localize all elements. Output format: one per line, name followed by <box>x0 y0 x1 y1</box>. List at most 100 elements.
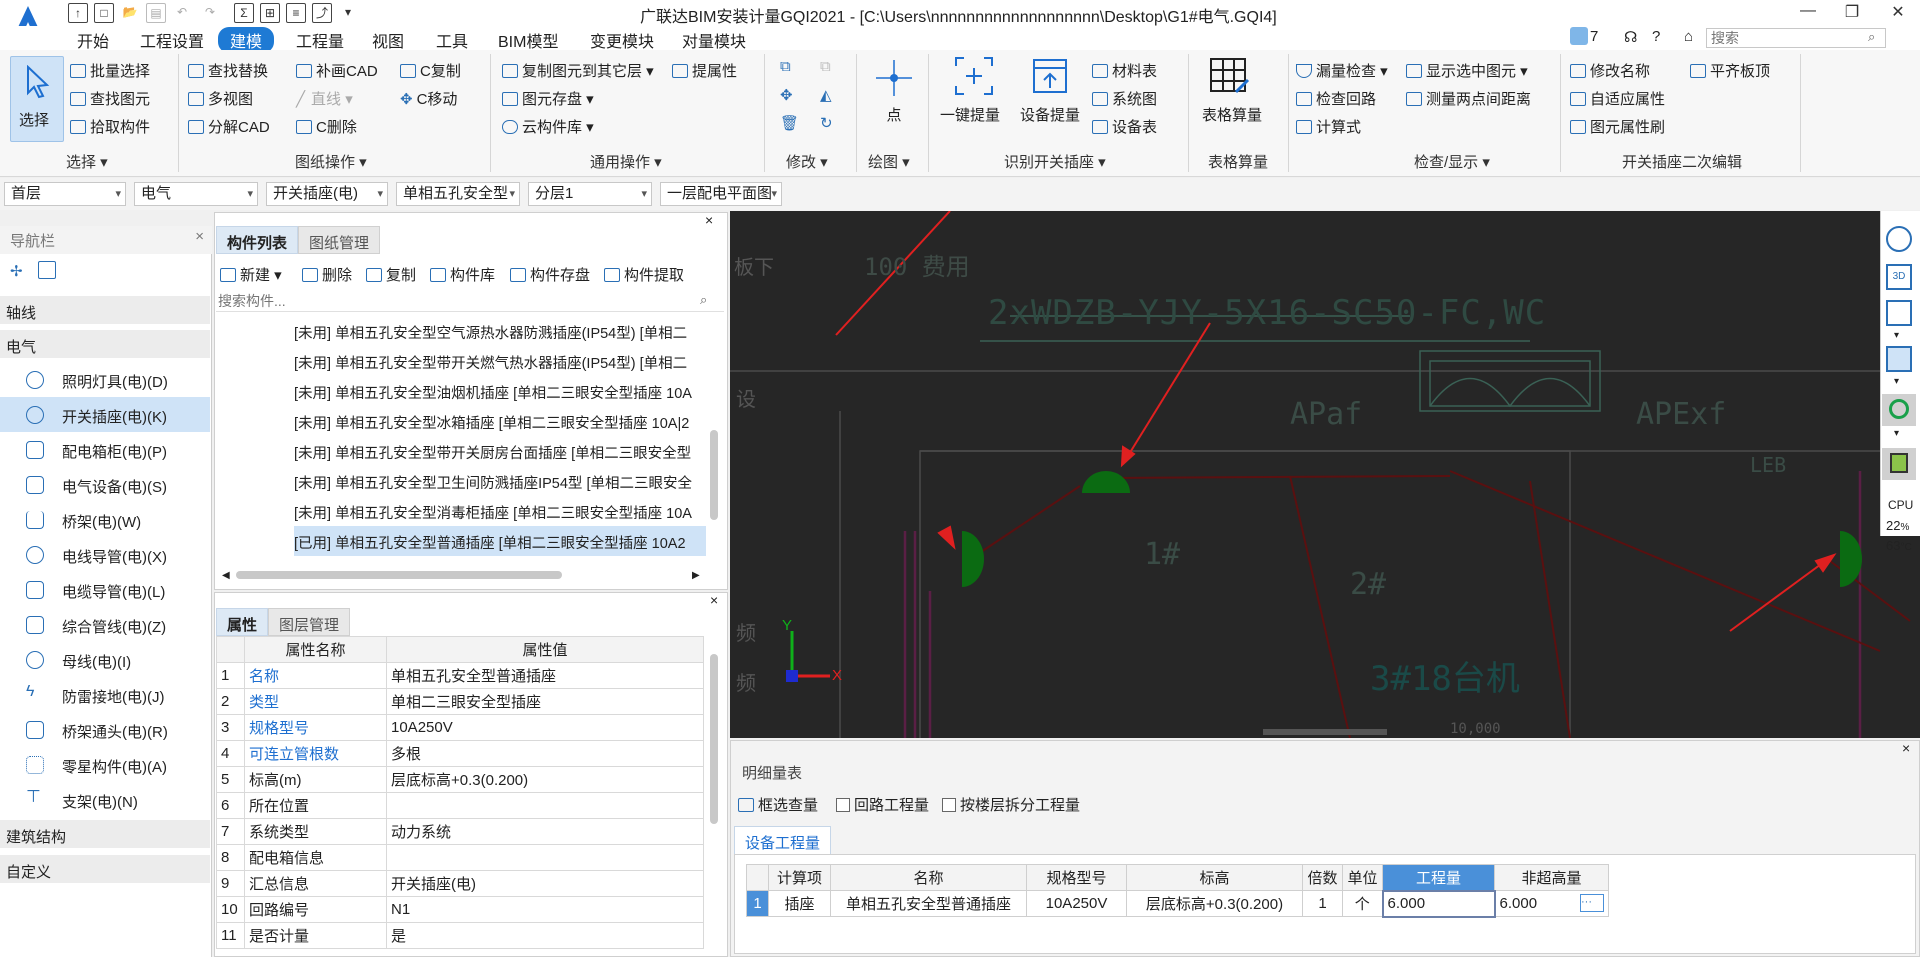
copy-component-button[interactable]: 复制 <box>366 264 416 285</box>
nav-item-pipeline[interactable]: 综合管线(电)(Z) <box>0 607 210 642</box>
nav-section-axis[interactable]: 轴线 <box>0 296 210 324</box>
table-calc-icon[interactable] <box>1208 56 1250 96</box>
menu-bim-model[interactable]: BIM模型 <box>498 28 558 52</box>
3d-view-icon[interactable]: 3D <box>1886 264 1912 290</box>
close-button[interactable]: ✕ <box>1880 2 1916 24</box>
pick-component-button[interactable]: 拾取构件 <box>70 116 150 137</box>
c-copy-button[interactable]: C复制 <box>400 60 461 81</box>
undo-icon[interactable]: ↶ <box>172 3 192 23</box>
menu-quantities[interactable]: 工程量 <box>296 28 344 52</box>
c-move-button[interactable]: ✥ C移动 <box>400 88 457 109</box>
check-loop-button[interactable]: 检查回路 <box>1296 88 1376 109</box>
material-table-button[interactable]: 材料表 <box>1092 60 1157 81</box>
equipment-table-button[interactable]: 设备表 <box>1092 116 1157 137</box>
extract-component-button[interactable]: 构件提取 <box>604 264 684 285</box>
quantity-cell[interactable]: 6.000 <box>1381 889 1496 918</box>
search-icon[interactable]: ⌕ <box>1868 29 1875 45</box>
batch-select-button[interactable]: 批量选择 <box>70 60 150 81</box>
menu-start[interactable]: 开始 <box>77 28 109 52</box>
more-icon[interactable]: ··· <box>1580 894 1604 912</box>
component-row[interactable]: [未用] 单相五孔安全型带开关厨房台面插座 [单相二三眼安全型 <box>294 436 706 466</box>
extract-attr-button[interactable]: 提属性 <box>672 60 737 81</box>
headset-icon[interactable]: ☊ <box>1624 28 1637 46</box>
mirror-icon[interactable]: ◭ <box>820 86 832 104</box>
device-extract-button[interactable]: 设备提量 <box>1020 104 1080 125</box>
tab-component-list[interactable]: 构件列表 <box>216 226 299 254</box>
sum-icon[interactable]: Σ <box>234 3 254 23</box>
nav-item-tray-fitting[interactable]: 桥架通头(电)(R) <box>0 712 210 747</box>
property-row[interactable]: 3 规格型号 10A250V <box>216 714 704 741</box>
component-row[interactable]: [未用] 单相五孔安全型卫生间防溅插座IP54型 [单相二三眼安全 <box>294 466 706 496</box>
component-row[interactable]: [未用] 单相五孔安全型油烟机插座 [单相二三眼安全型插座 10A <box>294 376 706 406</box>
cube-icon[interactable] <box>1886 300 1912 326</box>
split-by-floor-checkbox[interactable]: 按楼层拆分工程量 <box>942 794 1080 815</box>
attr-brush-button[interactable]: 图元属性刷 <box>1570 116 1665 137</box>
point-icon[interactable] <box>872 58 916 98</box>
group-draw-label[interactable]: 绘图 ▾ <box>868 151 910 172</box>
cad-canvas[interactable]: 板下 100 费用 2xWDZB-YJY-5X16-SC50-FC,WC APa… <box>730 211 1920 738</box>
customize-icon[interactable]: ▾ <box>338 3 358 23</box>
box-select-quantity-button[interactable]: 框选查量 <box>738 794 818 815</box>
group-check-label[interactable]: 检查/显示 ▾ <box>1414 151 1490 172</box>
nav-section-building[interactable]: 建筑结构 <box>0 820 210 848</box>
save-icon[interactable]: ▤ <box>146 3 166 23</box>
new-file-icon[interactable]: ↑ <box>68 3 88 23</box>
component-row[interactable]: [未用] 单相五孔安全型消毒柜插座 [单相二三眼安全型插座 10A <box>294 496 706 526</box>
open-folder-icon[interactable]: 📂 <box>120 3 140 23</box>
sublayer-select[interactable]: 分层1 <box>528 182 652 206</box>
menu-view[interactable]: 视图 <box>372 28 404 52</box>
loop-quantity-checkbox[interactable]: 回路工程量 <box>836 794 929 815</box>
align-slab-top-button[interactable]: 平齐板顶 <box>1690 60 1770 81</box>
chevron-down-icon[interactable]: ▾ <box>1894 330 1899 341</box>
device-extract-icon[interactable] <box>1030 56 1070 96</box>
property-row[interactable]: 11 是否计量是 <box>216 922 704 949</box>
new-component-button[interactable]: 新建 ▾ <box>220 264 282 285</box>
property-row[interactable]: 7 系统类型 动力系统 <box>216 818 704 845</box>
patch-cad-button[interactable]: 补画CAD <box>296 60 378 81</box>
one-click-extract-button[interactable]: 一键提量 <box>940 104 1000 125</box>
close-icon[interactable]: × <box>710 592 718 608</box>
close-icon[interactable]: × <box>1902 740 1910 756</box>
nav-item-wire-conduit[interactable]: 电线导管(电)(X) <box>0 537 210 572</box>
rotate-view-button[interactable] <box>1882 394 1916 426</box>
minimize-button[interactable]: — <box>1790 2 1826 24</box>
component-row[interactable]: [未用] 单相五孔安全型空气源热水器防溅插座(IP54型) [单相二 <box>294 316 706 346</box>
multi-view-button[interactable]: 多视图 <box>188 88 253 109</box>
delete-tool-icon[interactable]: 🗑 <box>780 114 799 132</box>
property-row[interactable]: 10 回路编号 N1 <box>216 896 704 923</box>
scroll-left-icon[interactable]: ◀ <box>222 570 230 581</box>
edit-icon[interactable] <box>38 261 56 279</box>
group-drawing-label[interactable]: 图纸操作 ▾ <box>295 151 367 172</box>
property-row[interactable]: 6 所在位置 <box>216 792 704 819</box>
nav-item-busbar[interactable]: 母线(电)(I) <box>0 642 210 677</box>
user-icon[interactable] <box>1570 27 1588 45</box>
shirt-icon[interactable]: ⌂ <box>1684 28 1693 45</box>
find-element-button[interactable]: 查找图元 <box>70 88 150 109</box>
component-select[interactable]: 单相五孔安全型 <box>396 182 520 206</box>
global-search-input[interactable] <box>1706 28 1886 48</box>
property-row[interactable]: 9 汇总信息 开关插座(电) <box>216 870 704 897</box>
cloud-library-button[interactable]: 云构件库 ▾ <box>502 116 594 137</box>
tab-equipment-quantity[interactable]: 设备工程量 <box>734 826 832 854</box>
component-row-selected[interactable]: [已用] 单相五孔安全型普通插座 [单相二三眼安全型插座 10A2 <box>294 526 706 556</box>
table-icon[interactable]: ⊞ <box>260 3 280 23</box>
nav-item-bracket[interactable]: ⊤ 支架(电)(N) <box>0 782 210 817</box>
copy-to-other-layer-button[interactable]: 复制图元到其它层 ▾ <box>502 60 654 81</box>
nav-item-lighting[interactable]: 照明灯具(电)(D) <box>0 362 210 397</box>
nav-section-custom[interactable]: 自定义 <box>0 855 210 883</box>
tab-drawing-management[interactable]: 图纸管理 <box>298 226 381 254</box>
property-row[interactable]: 1 名称 单相五孔安全型普通插座 <box>216 662 704 689</box>
table-calc-button[interactable]: 表格算量 <box>1202 104 1262 125</box>
one-click-extract-icon[interactable] <box>954 56 994 96</box>
list-hscrollbar[interactable] <box>236 571 562 579</box>
system-diagram-button[interactable]: 系统图 <box>1092 88 1157 109</box>
nav-item-tray[interactable]: 桥架(电)(W) <box>0 502 210 537</box>
point-button-label[interactable]: 点 <box>880 104 908 125</box>
help-icon[interactable]: ? <box>1652 28 1660 45</box>
menu-reconcile-module[interactable]: 对量模块 <box>682 28 746 52</box>
restore-button[interactable]: ❐ <box>1834 2 1870 24</box>
rotate-icon[interactable]: ↻ <box>820 114 833 132</box>
col-header-quantity[interactable]: 工程量 <box>1382 864 1495 891</box>
property-row[interactable]: 4 可连立管根数 多根 <box>216 740 704 767</box>
close-icon[interactable]: × <box>705 212 713 228</box>
